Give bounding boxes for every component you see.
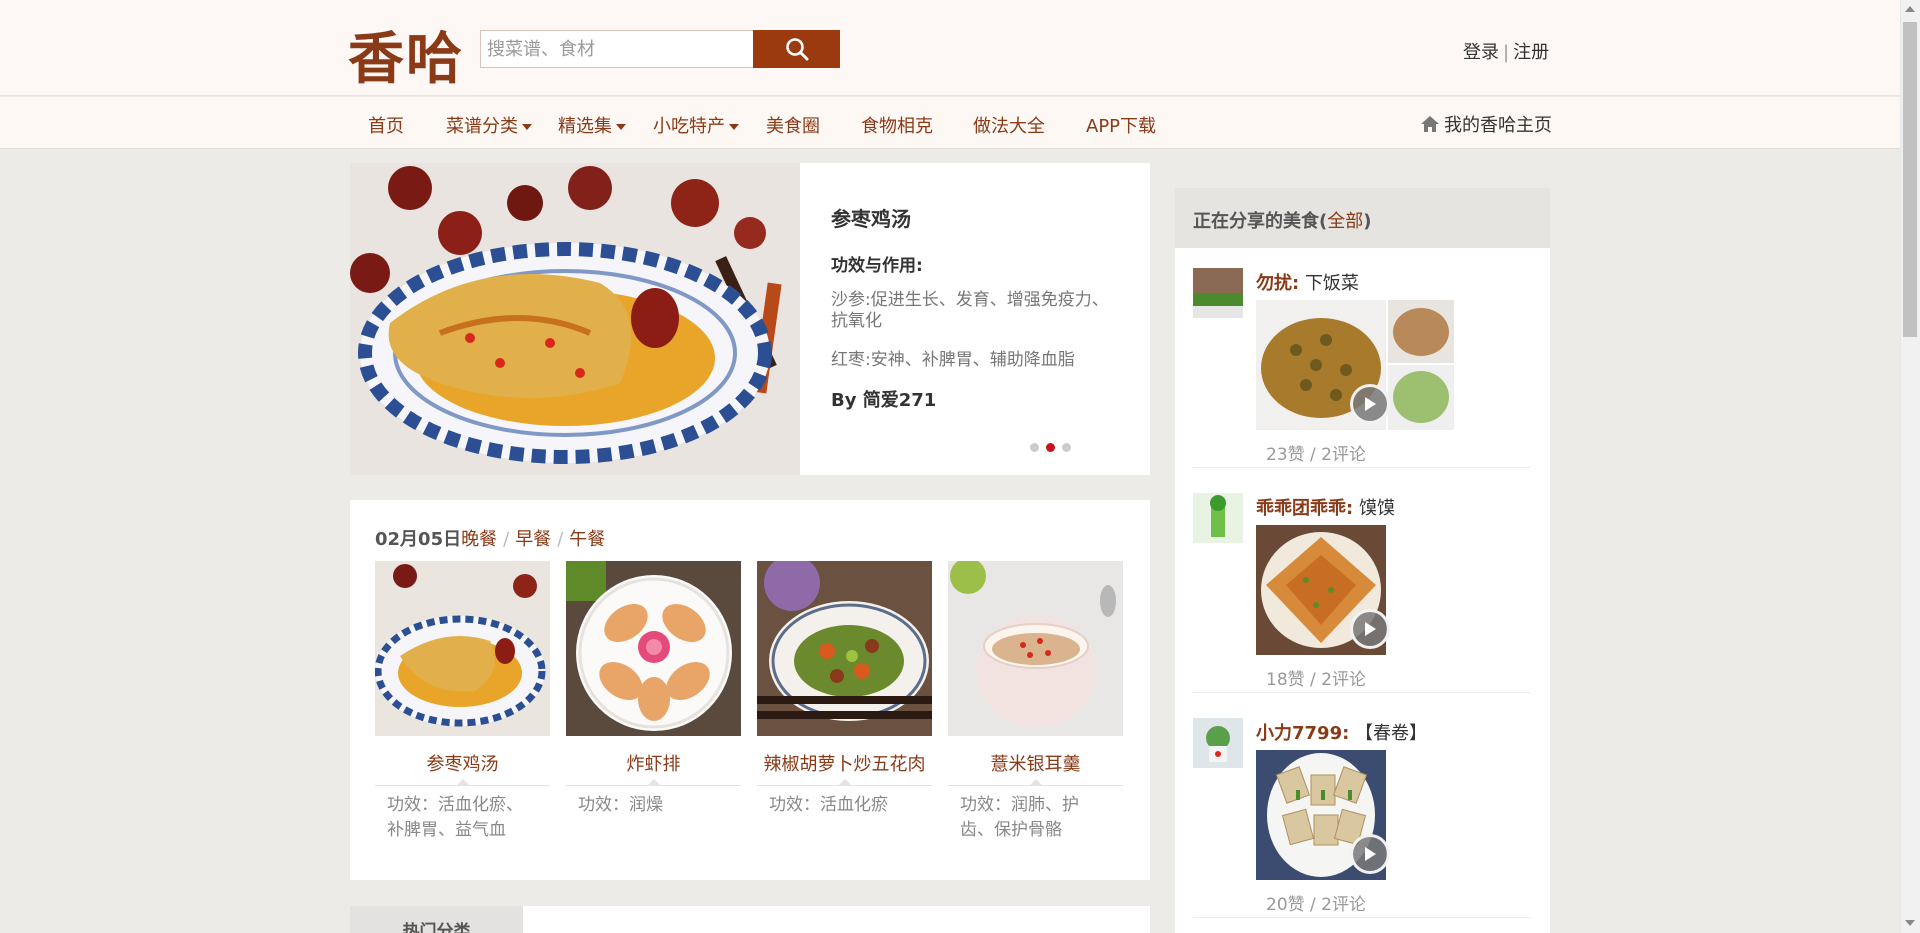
chevron-down-icon (729, 124, 739, 130)
login-link[interactable]: 登录 (1463, 42, 1499, 63)
post-stats: 20赞 / 2评论 (1266, 895, 1366, 915)
post-stats: 23赞 / 2评论 (1266, 445, 1366, 465)
post-title: 勿扰: 下饭菜 (1256, 269, 1359, 295)
featured-recipe-card: 参枣鸡汤 功效与作用: 沙参:促进生长、发育、增强免疫力、抗氧化 红枣:安神、补… (350, 163, 1150, 475)
share-post[interactable]: 小力7799: 【春卷】 20赞 / 2评论 (1193, 718, 1531, 918)
carousel-dot[interactable] (1062, 443, 1071, 452)
dish-effect: 功效：活血化瘀 (769, 795, 888, 815)
dish-image[interactable] (757, 561, 932, 736)
dish-image[interactable] (566, 561, 741, 736)
dish-image[interactable] (375, 561, 550, 736)
dish-effect: 功效：润肺、护齿、保护骨骼 (960, 795, 1079, 840)
post-dish: 下饭菜 (1304, 273, 1359, 294)
view-all-link[interactable]: 全部 (1327, 211, 1363, 232)
top-header: 香哈 登录|注册 (0, 0, 1900, 96)
sidebar-title: 正在分享的美食 (1193, 211, 1319, 232)
carousel-dot-active[interactable] (1046, 443, 1055, 452)
nav-item-home[interactable]: 首页 (368, 112, 404, 138)
main-nav: 首页 菜谱分类 精选集 小吃特产 美食圈 食物相克 做法大全 APP下载 我的香… (0, 97, 1900, 149)
post-images[interactable] (1256, 525, 1390, 655)
daily-date: 02月05日 (375, 529, 462, 550)
register-link[interactable]: 注册 (1513, 42, 1549, 63)
dish-name[interactable]: 辣椒胡萝卜炒五花肉 (757, 750, 932, 786)
share-post[interactable]: 乖乖团乖乖: 馍馍 18赞 / 2评论 (1193, 493, 1531, 693)
dish-effect: 功效：润燥 (578, 795, 663, 815)
avatar[interactable] (1193, 493, 1243, 543)
nav-item-recipe-categories[interactable]: 菜谱分类 (446, 112, 532, 138)
play-icon[interactable] (1350, 834, 1390, 874)
post-dish: 【春卷】 (1355, 723, 1428, 744)
featured-recipe-title[interactable]: 参枣鸡汤 (831, 203, 911, 232)
post-user[interactable]: 乖乖团乖乖: (1256, 498, 1353, 519)
featured-effect-1: 沙参:促进生长、发育、增强免疫力、抗氧化 (831, 290, 1109, 331)
daily-meals-header: 02月05日晚餐 / 早餐 / 午餐 (375, 525, 605, 551)
chevron-down-icon (616, 124, 626, 130)
nav-item-collections[interactable]: 精选集 (558, 112, 626, 138)
featured-effect-2: 红枣:安神、补脾胃、辅助降血脂 (831, 350, 1075, 370)
post-user[interactable]: 勿扰: (1256, 273, 1299, 294)
dish-name[interactable]: 参枣鸡汤 (375, 750, 550, 786)
scroll-down-icon[interactable] (1905, 920, 1915, 926)
dish-card[interactable]: 薏米银耳羹 功效：润肺、护齿、保护骨骼 (948, 561, 1123, 843)
featured-author[interactable]: By 简爱271 (831, 386, 936, 412)
home-icon (1421, 116, 1439, 132)
post-title: 乖乖团乖乖: 馍馍 (1256, 494, 1395, 520)
dish-card[interactable]: 辣椒胡萝卜炒五花肉 功效：活血化瘀 (757, 561, 932, 818)
tab-lunch[interactable]: 午餐 (569, 529, 605, 550)
my-home-link[interactable]: 我的香哈主页 (1420, 111, 1552, 137)
tab-separator: / (557, 529, 564, 550)
search-icon (785, 38, 808, 61)
search-button[interactable] (753, 30, 840, 68)
avatar[interactable] (1193, 718, 1243, 768)
sharing-sidebar: 正在分享的美食(全部) 勿扰: 下饭菜 23赞 / 2评论 乖乖团乖乖: 馍馍 … (1175, 188, 1550, 933)
nav-item-snacks[interactable]: 小吃特产 (653, 112, 739, 138)
daily-meals-panel: 02月05日晚餐 / 早餐 / 午餐 参枣鸡汤 功效：活血化瘀、补脾胃、益气血 炸虾排 … (350, 500, 1150, 880)
auth-links: 登录 | 注册 (1463, 38, 1549, 64)
scrollbar-thumb[interactable] (1903, 22, 1917, 337)
dish-card[interactable]: 炸虾排 功效：润燥 (566, 561, 741, 818)
post-stats: 18赞 / 2评论 (1266, 670, 1366, 690)
share-post[interactable]: 勿扰: 下饭菜 23赞 / 2评论 (1193, 268, 1531, 468)
dish-card[interactable]: 参枣鸡汤 功效：活血化瘀、补脾胃、益气血 (375, 561, 550, 843)
post-user[interactable]: 小力7799: (1256, 723, 1349, 744)
post-images[interactable] (1256, 300, 1454, 430)
my-home-label: 我的香哈主页 (1444, 115, 1552, 136)
tab-breakfast[interactable]: 早餐 (515, 529, 551, 550)
tab-dinner[interactable]: 晚餐 (461, 529, 497, 550)
play-icon[interactable] (1350, 384, 1390, 424)
carousel-dots (1030, 443, 1071, 452)
post-images[interactable] (1256, 750, 1390, 880)
featured-recipe-image[interactable] (350, 163, 800, 475)
dish-name[interactable]: 炸虾排 (566, 750, 741, 786)
hot-categories-panel: 热门分类 (350, 906, 1150, 933)
site-logo[interactable]: 香哈 (348, 14, 464, 95)
dish-image[interactable] (948, 561, 1123, 736)
post-title: 小力7799: 【春卷】 (1256, 719, 1427, 745)
dish-effect: 功效：活血化瘀、补脾胃、益气血 (387, 795, 523, 840)
carousel-dot[interactable] (1030, 443, 1039, 452)
nav-item-food-incompatibility[interactable]: 食物相克 (861, 112, 933, 138)
play-icon[interactable] (1350, 609, 1390, 649)
post-dish: 馍馍 (1358, 498, 1395, 519)
tab-separator: / (503, 529, 510, 550)
nav-item-methods[interactable]: 做法大全 (973, 112, 1045, 138)
tab-hot-categories[interactable]: 热门分类 (350, 906, 523, 933)
dish-name[interactable]: 薏米银耳羹 (948, 750, 1123, 786)
auth-separator: | (1503, 42, 1510, 63)
search-input[interactable] (480, 30, 754, 68)
featured-effect-label: 功效与作用: (831, 256, 923, 276)
avatar[interactable] (1193, 268, 1243, 318)
nav-item-app-download[interactable]: APP下载 (1086, 112, 1156, 138)
sidebar-header: 正在分享的美食(全部) (1175, 188, 1550, 248)
nav-item-food-circle[interactable]: 美食圈 (766, 112, 820, 138)
scroll-up-icon[interactable] (1905, 6, 1915, 12)
chevron-down-icon (522, 124, 532, 130)
